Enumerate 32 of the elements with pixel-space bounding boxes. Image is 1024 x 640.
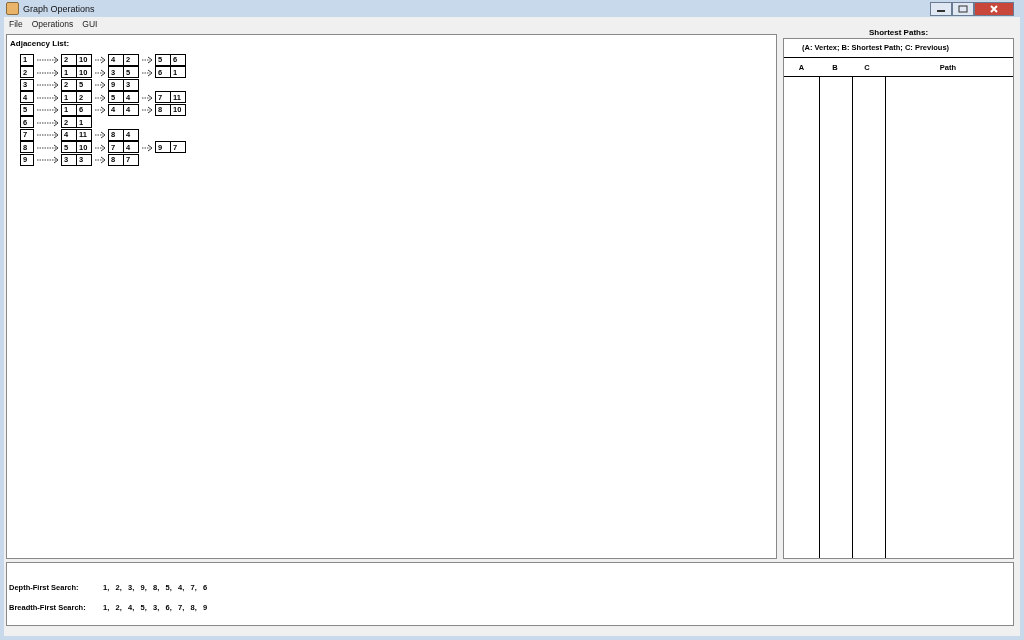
close-button[interactable]: [974, 1, 1014, 16]
arrow-icon: [95, 106, 106, 115]
arrow-icon: [37, 118, 59, 127]
arrow-icon: [95, 81, 106, 90]
close-icon: [989, 4, 999, 13]
panel-title: Adjacency List:: [10, 39, 71, 48]
arrow-icon: [95, 68, 106, 77]
arrow-icon: [142, 106, 153, 115]
menu-item[interactable]: Operations: [31, 19, 74, 29]
arrow-icon: [37, 143, 59, 152]
menu-item[interactable]: GUI: [82, 19, 98, 29]
arrow-icon: [142, 143, 153, 152]
arrow-icon: [142, 93, 153, 102]
minimize-button[interactable]: [930, 1, 952, 16]
arrow-icon: [37, 106, 59, 115]
arrow-icon: [37, 81, 59, 90]
arrow-icon: [142, 68, 153, 77]
panel-title: Shortest Paths:: [867, 28, 930, 38]
arrow-icon: [142, 56, 153, 65]
window-title: Graph Operations: [23, 3, 95, 14]
arrow-icon: [37, 156, 59, 165]
arrow-icon: [37, 68, 59, 77]
arrow-icon: [37, 93, 59, 102]
arrow-icon: [95, 93, 106, 102]
arrow-icon: [37, 131, 59, 140]
arrow-icon: [95, 56, 106, 65]
maximize-icon: [958, 4, 968, 13]
menu-item[interactable]: File: [9, 19, 23, 29]
arrow-icon: [95, 143, 106, 152]
arrow-icon: [95, 131, 106, 140]
arrow-icon: [37, 56, 59, 65]
arrow-icon: [95, 156, 106, 165]
